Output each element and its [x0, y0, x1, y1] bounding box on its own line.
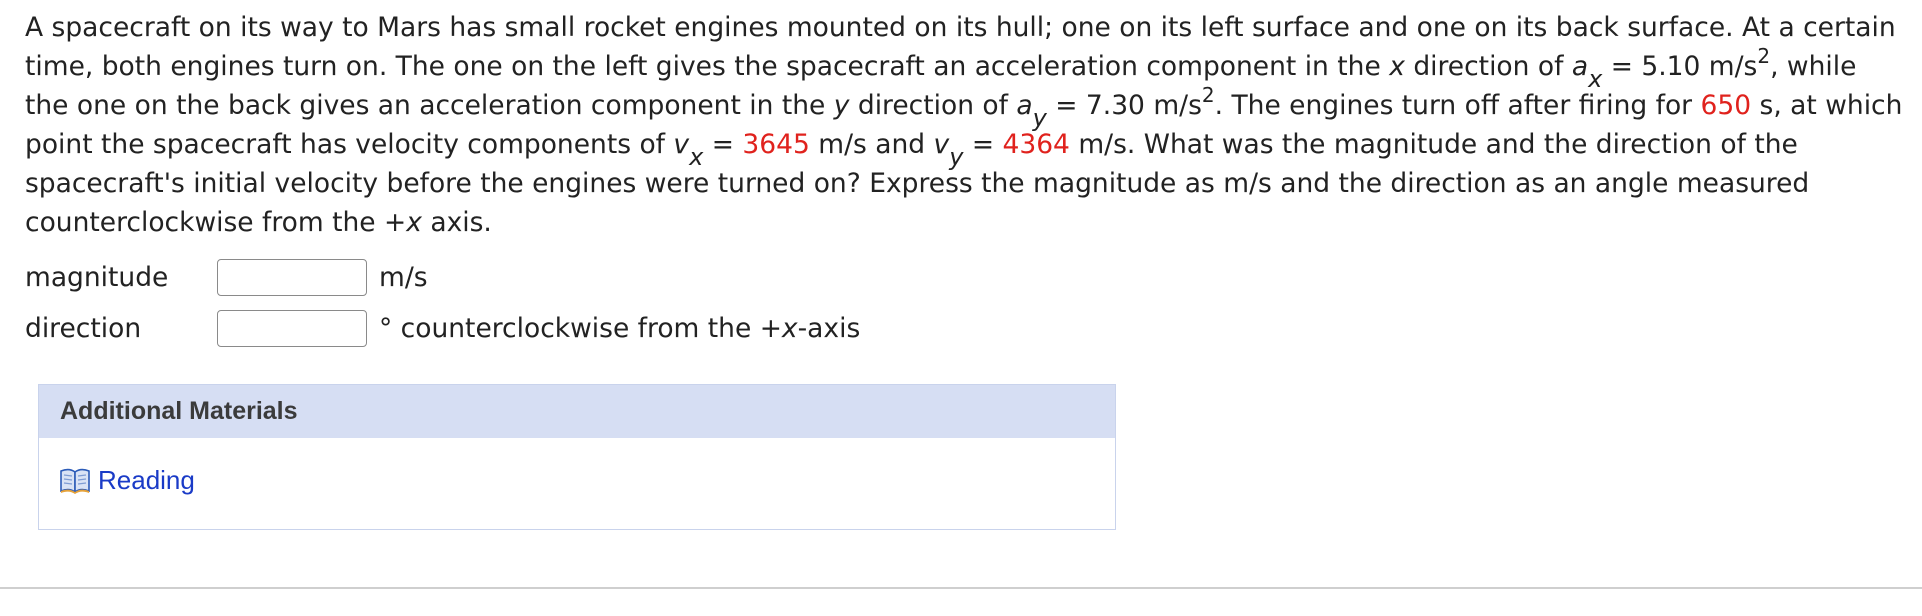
additional-materials-panel: Additional Materials Reading [38, 384, 1116, 530]
problem-text: A spacecraft on its way to Mars has smal… [25, 12, 1903, 238]
magnitude-unit: m/s [379, 261, 428, 293]
reading-link-label: Reading [98, 465, 195, 495]
axis-variable: x [406, 207, 422, 238]
y-variable: y [833, 90, 850, 121]
ay-exponent: 2 [1201, 83, 1215, 107]
vx-symbol: v [673, 129, 690, 160]
direction-label: direction [25, 312, 142, 344]
direction-input[interactable] [217, 309, 367, 347]
direction-row: direction ° counterclockwise from the +x… [25, 306, 860, 350]
ay-subscript: y [1032, 104, 1047, 132]
vx-subscript: x [689, 143, 704, 171]
x-variable: x [1389, 51, 1405, 82]
bottom-divider [0, 587, 1922, 589]
magnitude-row: magnitude m/s [25, 255, 428, 299]
reading-link[interactable]: Reading [59, 465, 195, 496]
additional-materials-header: Additional Materials [39, 385, 1115, 438]
vy-value: 4364 [1002, 129, 1070, 160]
ay-symbol: a [1016, 90, 1033, 121]
ax-symbol: a [1571, 51, 1589, 82]
magnitude-input[interactable] [217, 258, 367, 296]
direction-axis-variable: x [781, 312, 798, 344]
vy-symbol: v [933, 129, 950, 160]
direction-unit: ° counterclockwise from the +x-axis [379, 312, 861, 344]
book-icon [59, 467, 91, 495]
firing-time-value: 650 [1700, 90, 1752, 121]
additional-materials-body: Reading [39, 438, 1115, 496]
vx-value: 3645 [742, 129, 810, 160]
ax-exponent: 2 [1757, 44, 1771, 68]
magnitude-label: magnitude [25, 261, 169, 293]
ax-subscript: x [1588, 65, 1603, 93]
problem-statement: A spacecraft on its way to Mars has smal… [25, 8, 1905, 242]
vy-subscript: y [949, 143, 964, 171]
